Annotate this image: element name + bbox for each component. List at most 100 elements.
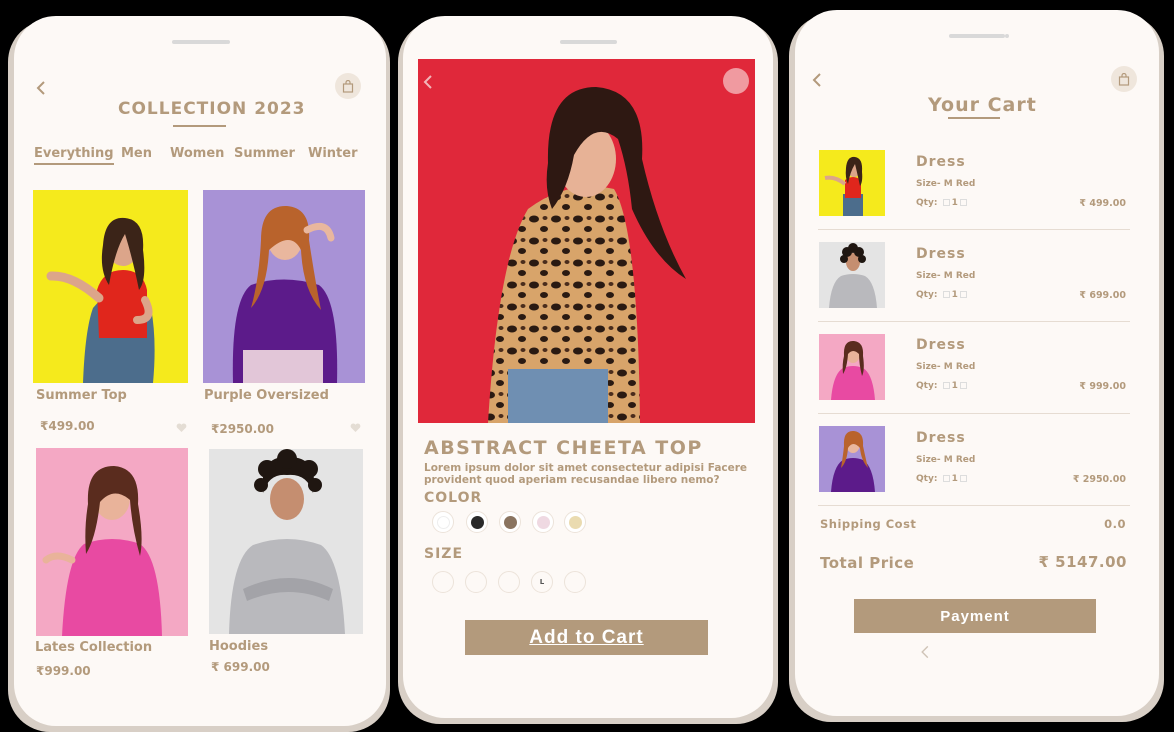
- product-image[interactable]: [36, 448, 188, 636]
- cart-item-image: [819, 242, 885, 308]
- camera-dot: [226, 40, 230, 44]
- swatch-fill: [436, 515, 450, 529]
- size-option[interactable]: [564, 571, 586, 593]
- color-swatch[interactable]: [564, 511, 586, 533]
- color-swatch[interactable]: [432, 511, 454, 533]
- qty-label: Qty:: [916, 474, 938, 484]
- qty-value: 1: [951, 198, 958, 208]
- product-name[interactable]: Summer Top: [36, 388, 127, 403]
- product-description: Lorem ipsum dolor sit amet consectetur a…: [424, 462, 748, 486]
- qty-decrease-button[interactable]: [942, 291, 950, 298]
- shopping-bag-icon[interactable]: [1111, 66, 1137, 92]
- cart-item-image: [819, 334, 885, 400]
- product-image[interactable]: [209, 449, 363, 634]
- cart-item-qty: Qty: 1: [916, 198, 969, 208]
- qty-value: 1: [951, 474, 958, 484]
- qty-label: Qty:: [916, 381, 938, 391]
- title-underline: [173, 125, 226, 127]
- favorite-button[interactable]: [723, 68, 749, 94]
- cart-item-image: [819, 150, 885, 216]
- size-option[interactable]: [432, 571, 454, 593]
- phone-notch: [172, 40, 228, 44]
- title-underline: [948, 117, 1000, 119]
- tab-summer[interactable]: Summer: [234, 146, 295, 161]
- cart-item-size: Size- M Red: [916, 271, 976, 281]
- cart-item-price: ₹ 999.00: [1079, 381, 1126, 392]
- qty-label: Qty:: [916, 290, 938, 300]
- cart-item-name: Dress: [916, 337, 966, 353]
- tab-men[interactable]: Men: [121, 146, 152, 161]
- camera-dot: [1005, 34, 1009, 38]
- cart-item-qty: Qty: 1: [916, 381, 969, 391]
- divider: [818, 505, 1130, 506]
- cart-item-qty: Qty: 1: [916, 474, 969, 484]
- total-label: Total Price: [820, 554, 915, 572]
- shopping-bag-icon[interactable]: [335, 73, 361, 99]
- total-value: ₹ 5147.00: [1038, 553, 1127, 571]
- tab-everything[interactable]: Everything: [34, 146, 114, 165]
- size-option[interactable]: L: [531, 571, 553, 593]
- cart-item-image: [819, 426, 885, 492]
- product-hero-image: [418, 59, 755, 423]
- qty-label: Qty:: [916, 198, 938, 208]
- phone-notch: [949, 34, 1005, 38]
- color-swatch[interactable]: [466, 511, 488, 533]
- swatch-fill: [568, 515, 582, 529]
- divider: [818, 229, 1130, 230]
- product-image[interactable]: [203, 190, 365, 383]
- qty-increase-button[interactable]: [959, 199, 967, 206]
- cart-item-price: ₹ 2950.00: [1072, 474, 1126, 485]
- back-arrow-icon[interactable]: [421, 74, 435, 89]
- cart-item-price: ₹ 499.00: [1079, 198, 1126, 209]
- cart-item-size: Size- M Red: [916, 362, 976, 372]
- product-name[interactable]: Lates Collection: [35, 640, 152, 655]
- heart-icon[interactable]: [350, 423, 361, 433]
- product-image[interactable]: [33, 190, 188, 383]
- color-label: COLOR: [424, 490, 483, 506]
- product-name[interactable]: Hoodies: [209, 639, 268, 654]
- cart-item-size: Size- M Red: [916, 455, 976, 465]
- product-price: ₹ 699.00: [211, 660, 270, 674]
- heart-icon[interactable]: [176, 423, 187, 433]
- qty-decrease-button[interactable]: [942, 382, 950, 389]
- qty-value: 1: [951, 381, 958, 391]
- page-title: Your Cart: [928, 94, 1037, 116]
- product-price: ₹2950.00: [211, 422, 275, 436]
- cart-item-size: Size- M Red: [916, 179, 976, 189]
- qty-increase-button[interactable]: [959, 475, 967, 482]
- color-swatch[interactable]: [532, 511, 554, 533]
- divider: [818, 413, 1130, 414]
- size-label: SIZE: [424, 546, 464, 562]
- page-title: COLLECTION 2023: [118, 99, 306, 119]
- size-option[interactable]: [498, 571, 520, 593]
- cart-item-price: ₹ 699.00: [1079, 290, 1126, 301]
- camera-dot: [613, 40, 617, 44]
- shipping-label: Shipping Cost: [820, 517, 917, 531]
- chevron-left-icon: [918, 644, 929, 659]
- qty-decrease-button[interactable]: [942, 475, 950, 482]
- cart-item-name: Dress: [916, 154, 966, 170]
- qty-increase-button[interactable]: [959, 382, 967, 389]
- cart-item-name: Dress: [916, 430, 966, 446]
- payment-button[interactable]: Payment: [854, 599, 1096, 633]
- back-arrow-icon[interactable]: [34, 80, 48, 95]
- add-to-cart-button[interactable]: Add to Cart: [465, 620, 708, 655]
- divider: [818, 321, 1130, 322]
- swatch-fill: [536, 515, 550, 529]
- color-swatch[interactable]: [499, 511, 521, 533]
- qty-increase-button[interactable]: [959, 291, 967, 298]
- tab-winter[interactable]: Winter: [308, 146, 358, 161]
- phone-notch: [560, 40, 616, 44]
- product-name[interactable]: Purple Oversized: [204, 388, 329, 403]
- back-arrow-icon[interactable]: [810, 72, 824, 87]
- cart-item-name: Dress: [916, 246, 966, 262]
- swatch-fill: [470, 515, 484, 529]
- product-price: ₹499.00: [40, 419, 95, 433]
- qty-decrease-button[interactable]: [942, 199, 950, 206]
- tab-women[interactable]: Women: [170, 146, 224, 161]
- swatch-fill: [503, 515, 517, 529]
- product-title: ABSTRACT CHEETA TOP: [424, 437, 703, 459]
- product-price: ₹999.00: [36, 664, 91, 678]
- size-option[interactable]: [465, 571, 487, 593]
- cart-item-qty: Qty: 1: [916, 290, 969, 300]
